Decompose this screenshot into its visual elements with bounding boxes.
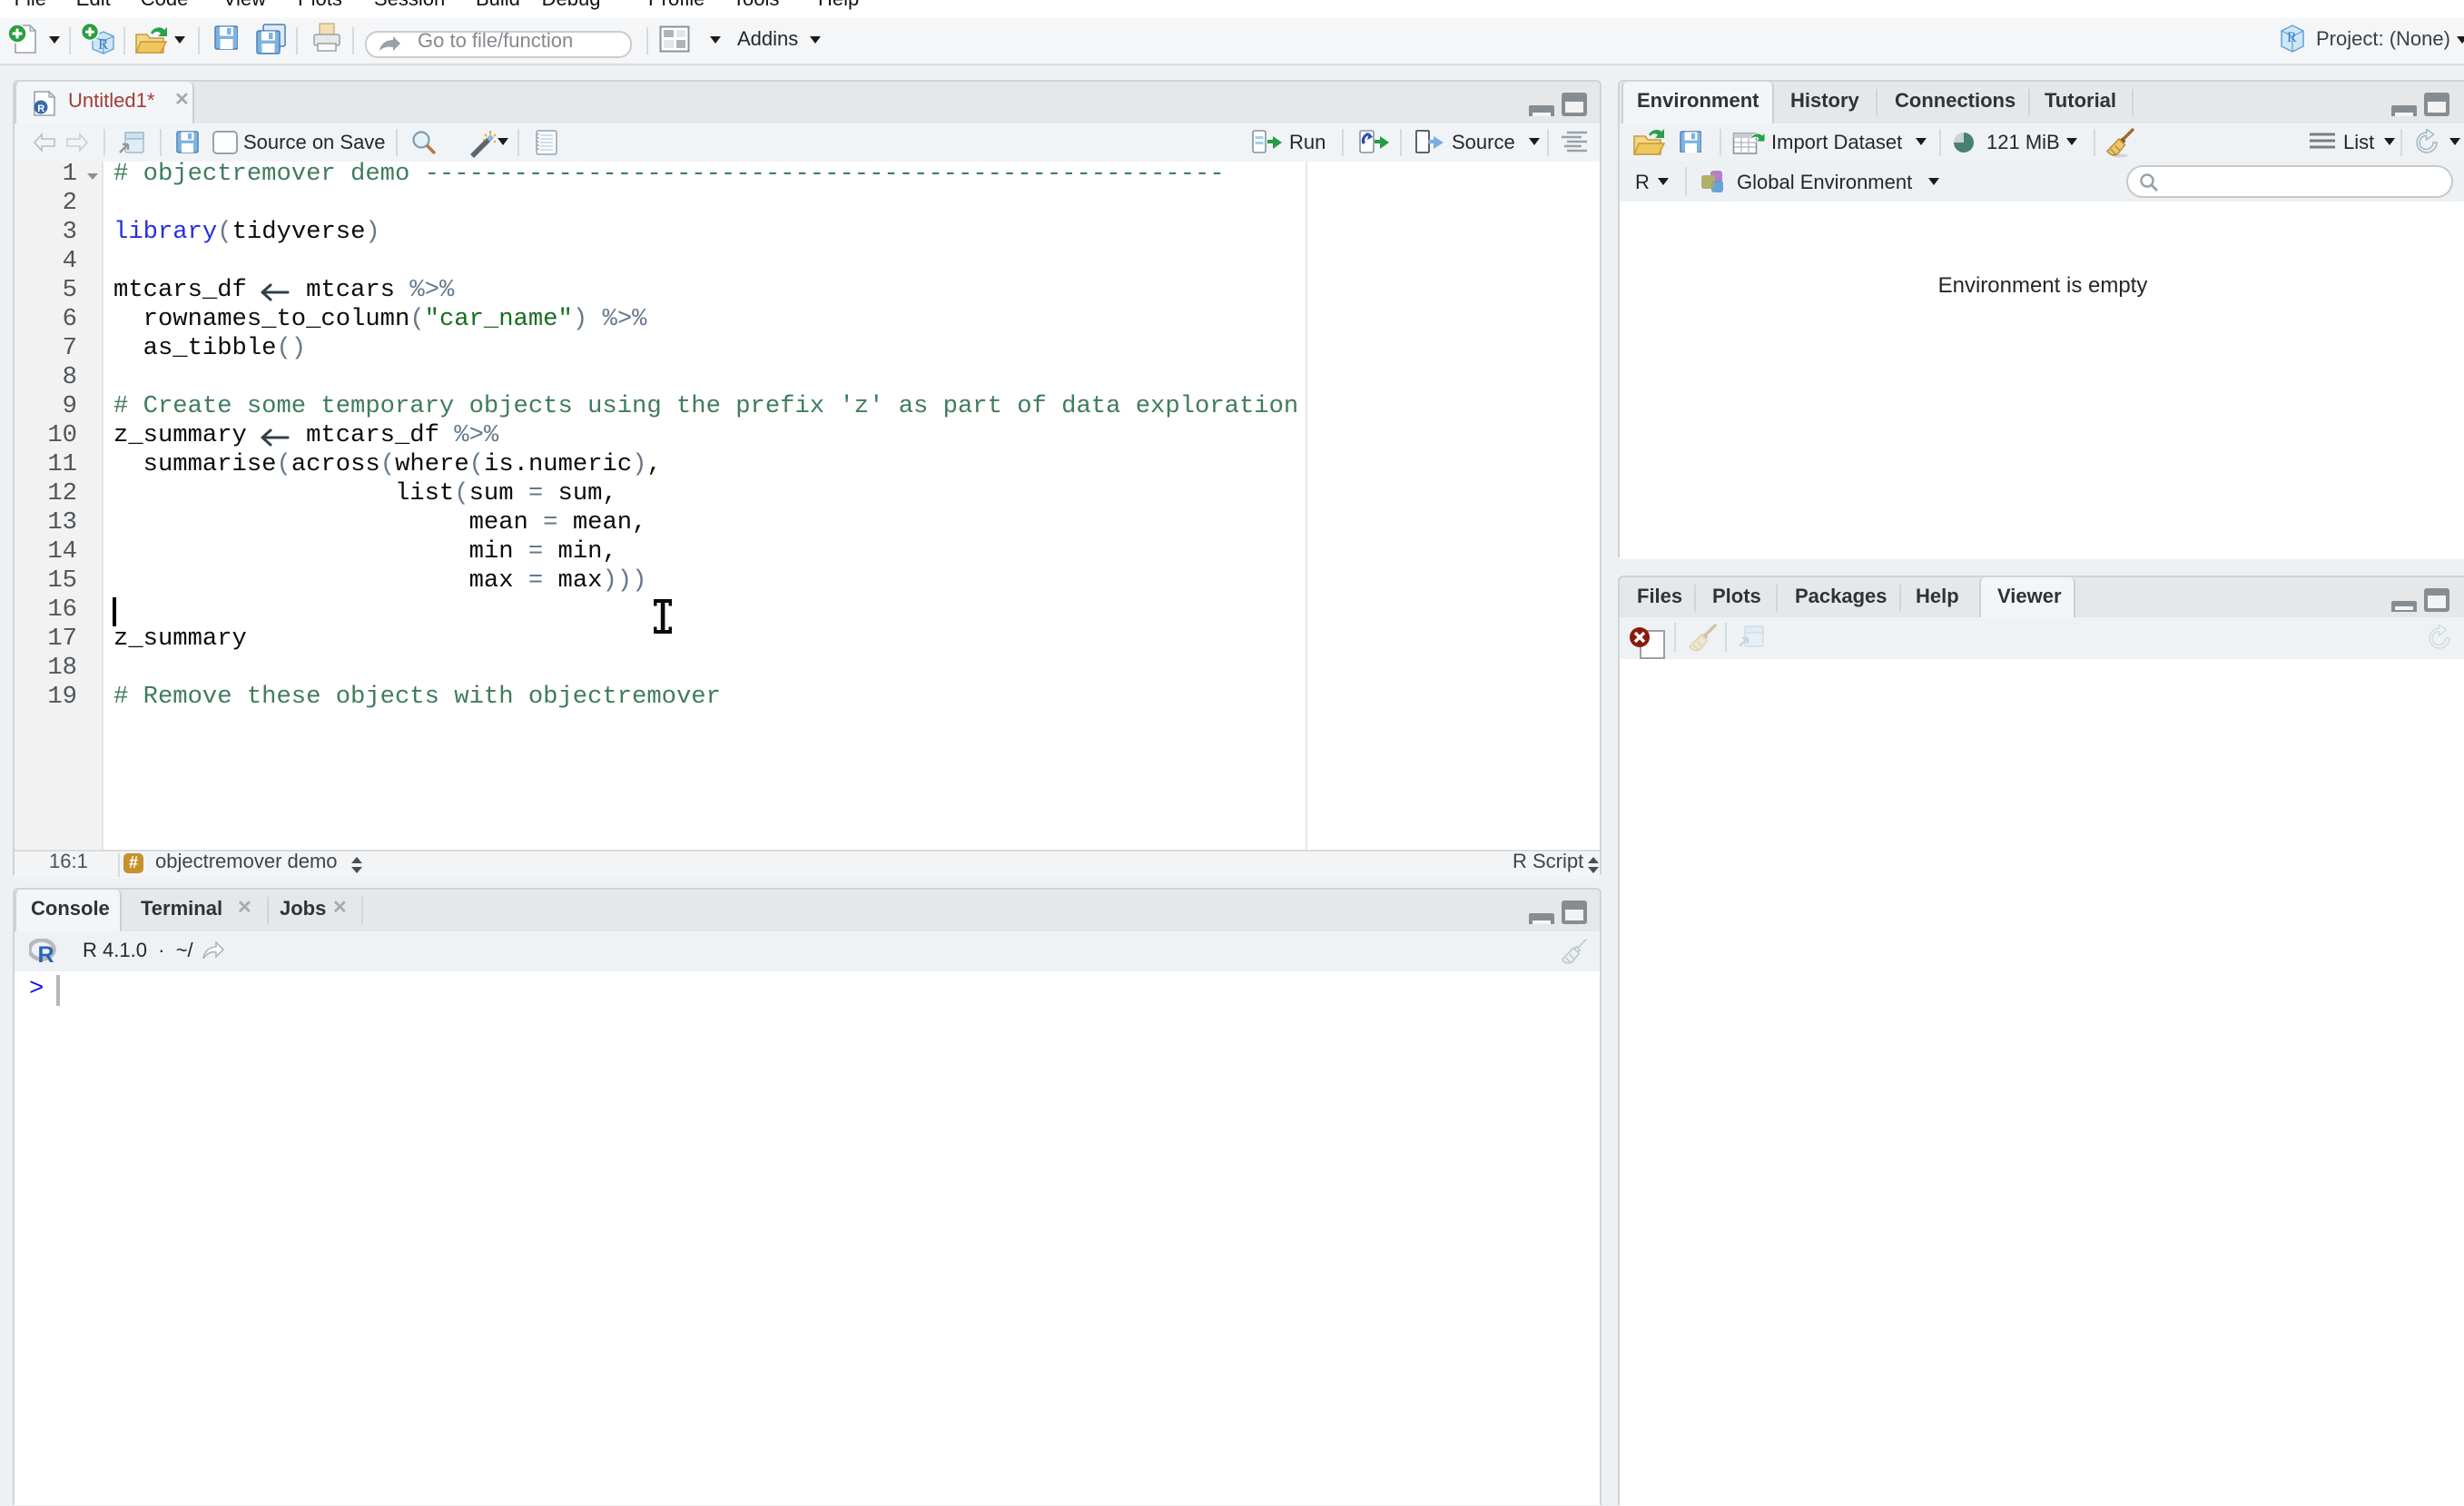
svg-text:R: R	[38, 941, 54, 963]
svg-text:R: R	[98, 34, 109, 52]
svg-text:R: R	[37, 103, 44, 114]
svg-text:R: R	[2287, 30, 2297, 45]
